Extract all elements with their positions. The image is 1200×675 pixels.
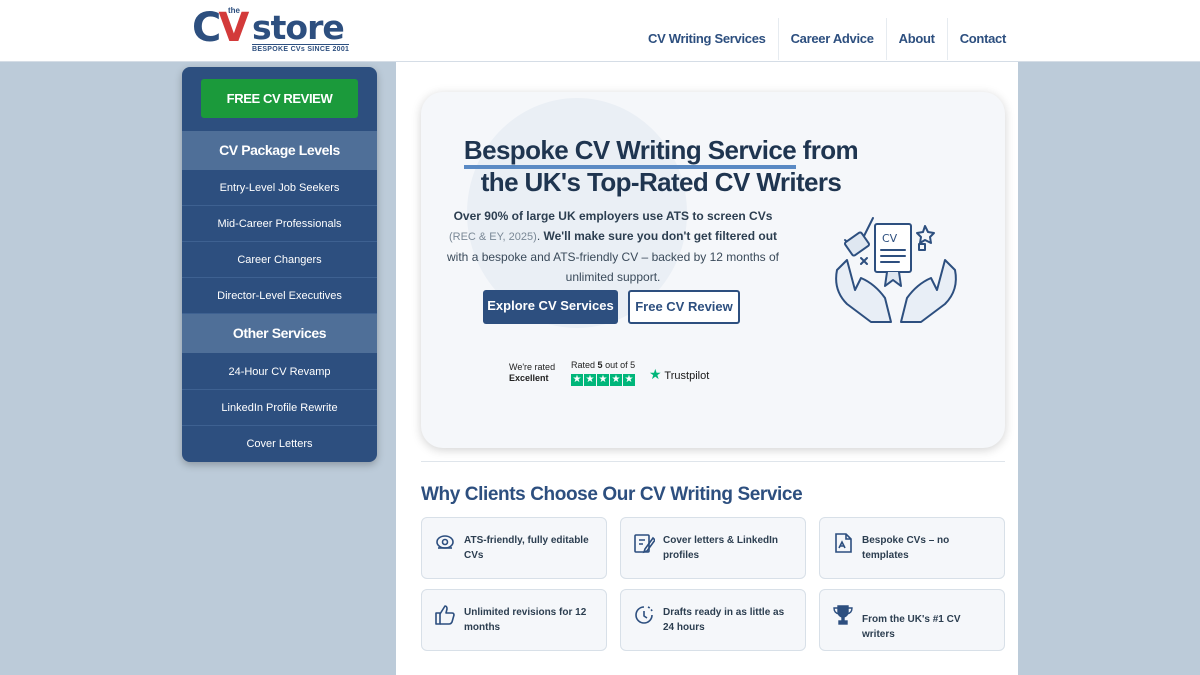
trophy-icon — [833, 605, 853, 625]
nav-career-advice[interactable]: Career Advice — [777, 18, 886, 60]
trustpilot-rated-text: We're rated Excellent — [509, 362, 555, 384]
sidebar-item-linkedin-rewrite[interactable]: LinkedIn Profile Rewrite — [182, 390, 377, 426]
logo-c: C — [192, 5, 221, 51]
clock-icon — [635, 606, 653, 624]
hero-title-line2: the UK's Top-Rated CV Writers — [480, 167, 842, 197]
trustpilot-score-post: out of 5 — [605, 360, 636, 370]
hero-title: Bespoke CV Writing Service from the UK's… — [421, 134, 901, 198]
edit-document-icon — [634, 534, 655, 554]
logo-store-text: store — [252, 8, 345, 47]
free-cv-review-button[interactable]: FREE CV REVIEW — [201, 79, 358, 118]
sidebar-item-cover-letters[interactable]: Cover Letters — [182, 426, 377, 462]
trustpilot-stars: ★ ★ ★ ★ ★ — [571, 374, 635, 386]
sidebar-item-director-level[interactable]: Director-Level Executives — [182, 278, 377, 314]
hero-body-dot: . — [536, 229, 541, 243]
feature-card: Bespoke CVs – no templates — [819, 517, 1005, 579]
sidebar-item-entry-level[interactable]: Entry-Level Job Seekers — [182, 170, 377, 206]
hero-body-source: (REC & EY, 2025) — [448, 231, 537, 243]
nav-cv-writing-services[interactable]: CV Writing Services — [636, 18, 778, 60]
trustpilot-rated-line2: Excellent — [509, 373, 549, 383]
site-logo[interactable]: the CV store BESPOKE CVs SINCE 2001 — [192, 6, 357, 54]
star-icon: ★ — [623, 374, 635, 386]
main-nav: CV Writing Services Career Advice About … — [636, 18, 1018, 62]
star-icon: ★ — [584, 374, 596, 386]
feature-text: From the UK's #1 CV writers — [862, 614, 961, 640]
hero-card: Bespoke CV Writing Service from the UK's… — [421, 92, 1005, 448]
feature-text: Cover letters & LinkedIn profiles — [663, 535, 779, 561]
why-clients-title: Why Clients Choose Our CV Writing Servic… — [421, 484, 803, 505]
hero-title-from: from — [796, 135, 859, 165]
sidebar-item-career-changers[interactable]: Career Changers — [182, 242, 377, 278]
sidebar-item-mid-career[interactable]: Mid-Career Professionals — [182, 206, 377, 242]
trustpilot-brand: Trustpilot — [664, 370, 710, 382]
hero-body-rest: with a bespoke and ATS-friendly CV – bac… — [447, 250, 779, 284]
feature-text: Bespoke CVs – no templates — [862, 535, 950, 561]
sidebar-heading-packages: CV Package Levels — [182, 131, 377, 170]
cv-hands-illustration-icon: CV — [835, 217, 957, 323]
feature-card: Drafts ready in as little as 24 hours — [620, 589, 806, 651]
free-cv-review-hero-button[interactable]: Free CV Review — [628, 290, 740, 324]
trustpilot-score-value: 5 — [597, 360, 603, 370]
nav-contact[interactable]: Contact — [946, 18, 1018, 60]
logo-v: V — [218, 5, 249, 51]
feature-text: Drafts ready in as little as 24 hours — [663, 607, 785, 633]
trustpilot-widget[interactable]: We're rated Excellent Rated 5 out of 5 ★… — [509, 360, 729, 390]
hero-title-highlight: Bespoke CV Writing Service — [463, 135, 797, 169]
site-header: the CV store BESPOKE CVs SINCE 2001 CV W… — [0, 0, 1200, 62]
trustpilot-score-pre: Rated — [571, 360, 596, 370]
hero-body-promise: We'll make sure you don't get filtered o… — [543, 229, 778, 243]
bespoke-file-icon — [835, 533, 852, 553]
feature-text: Unlimited revisions for 12 months — [464, 607, 587, 633]
hero-body-stat: Over 90% of large UK employers use ATS t… — [453, 209, 773, 223]
star-icon: ★ — [597, 374, 609, 386]
section-divider — [421, 461, 1005, 462]
ats-scan-icon — [436, 535, 454, 549]
feature-text: ATS-friendly, fully editable CVs — [464, 535, 589, 561]
star-icon: ★ — [571, 374, 583, 386]
trustpilot-logo: ★ Trustpilot — [649, 366, 709, 383]
sidebar: FREE CV REVIEW CV Package Levels Entry-L… — [182, 67, 377, 462]
trustpilot-rated-line1: We're rated — [509, 362, 556, 372]
feature-card: Unlimited revisions for 12 months — [421, 589, 607, 651]
thumbs-up-icon — [435, 605, 455, 625]
nav-about[interactable]: About — [885, 18, 947, 60]
logo-cv-mark: CV — [192, 5, 249, 51]
star-icon: ★ — [610, 374, 622, 386]
explore-cv-services-button[interactable]: Explore CV Services — [483, 290, 618, 324]
svg-text:CV: CV — [882, 232, 898, 245]
trustpilot-star-icon: ★ — [649, 366, 662, 382]
trustpilot-score: Rated 5 out of 5 — [571, 360, 635, 370]
hero-body: Over 90% of large UK employers use ATS t… — [443, 206, 783, 287]
sidebar-item-24-hour-revamp[interactable]: 24-Hour CV Revamp — [182, 354, 377, 390]
feature-card: From the UK's #1 CV writers — [819, 589, 1005, 651]
feature-card: Cover letters & LinkedIn profiles — [620, 517, 806, 579]
feature-card: ATS-friendly, fully editable CVs — [421, 517, 607, 579]
sidebar-heading-other: Other Services — [182, 314, 377, 353]
logo-tagline: BESPOKE CVs SINCE 2001 — [252, 44, 350, 53]
